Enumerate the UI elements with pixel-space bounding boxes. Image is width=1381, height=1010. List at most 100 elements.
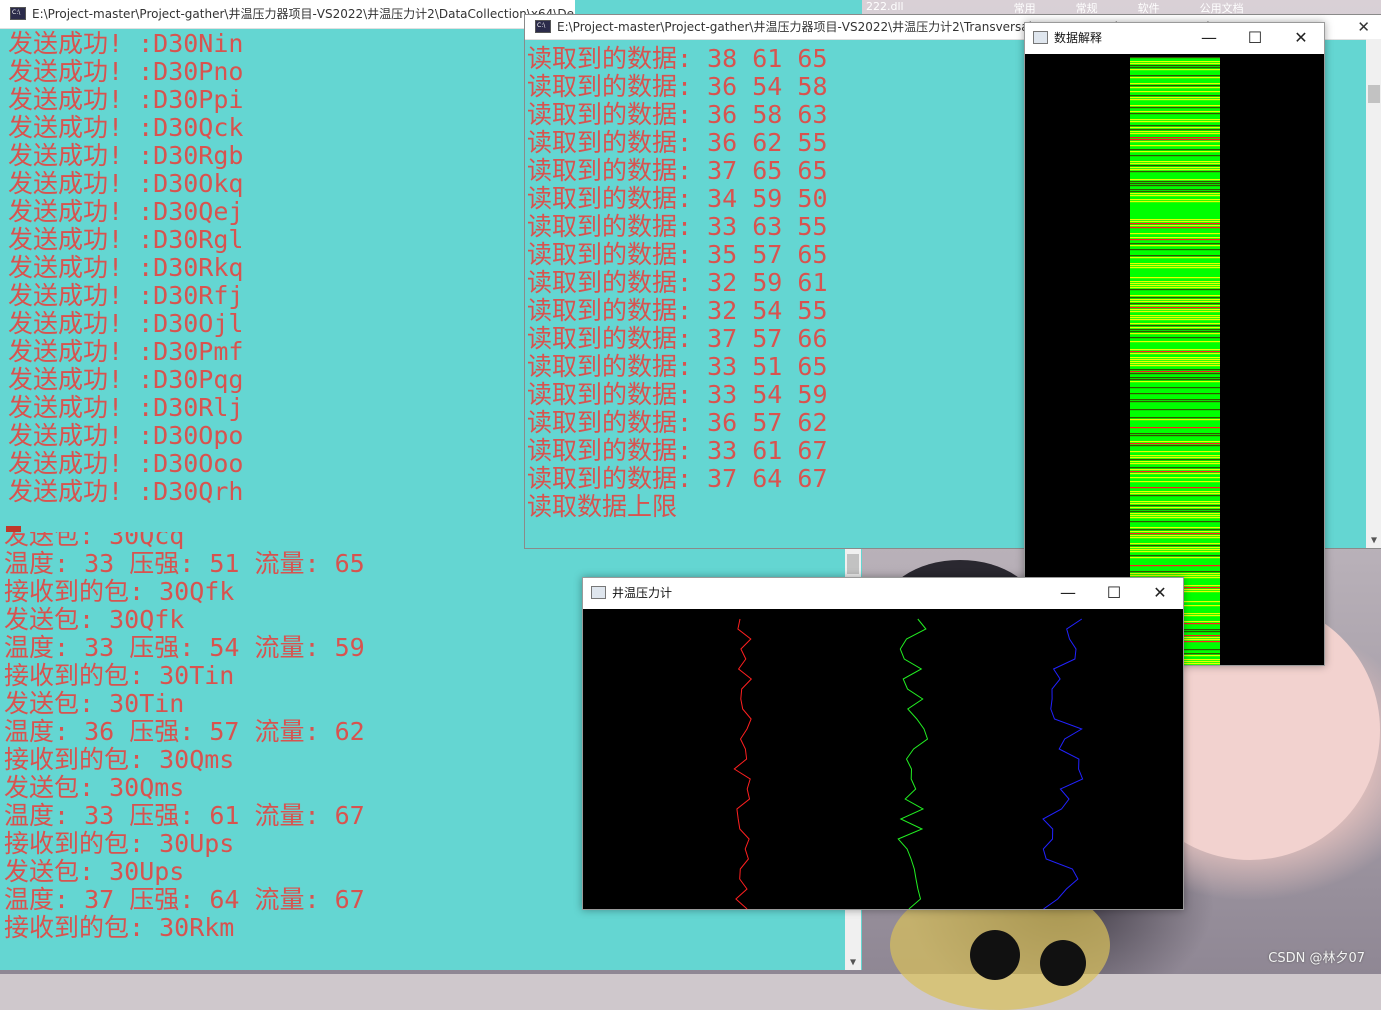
strip-line — [1130, 219, 1220, 221]
minimize-icon[interactable]: — — [1045, 578, 1091, 608]
title-bar[interactable]: 数据解释 — ☐ ✕ — [1025, 23, 1324, 53]
console-line: 发送成功! :D30Nin — [8, 29, 244, 58]
console-output: 发送成功! :D30Nin 发送成功! :D30Pno 发送成功! :D30Ppi 发… — [8, 30, 243, 506]
window-gauge[interactable]: 井温压力计 — ☐ ✕ — [582, 577, 1184, 910]
strip-line — [1130, 125, 1220, 127]
strip-line — [1130, 461, 1220, 463]
console-line: 读取到的数据: 38 61 65 — [527, 44, 828, 73]
strip-line — [1130, 315, 1220, 317]
strip-line — [1130, 451, 1220, 453]
strip-line — [1130, 199, 1220, 201]
strip-line — [1130, 201, 1220, 203]
close-icon[interactable]: ✕ — [1137, 578, 1183, 608]
console-line: 发送成功! :D30Pqg — [8, 365, 244, 394]
strip-line — [1130, 555, 1220, 557]
console-line: 发送包: 30Tin — [4, 689, 185, 718]
strip-line — [1130, 495, 1220, 497]
strip-line — [1130, 105, 1220, 107]
strip-line — [1130, 373, 1220, 375]
strip-line — [1130, 113, 1220, 115]
strip-line — [1130, 363, 1220, 365]
strip-line — [1130, 417, 1220, 419]
console-line: 发送成功! :D30Opo — [8, 421, 244, 450]
strip-line — [1130, 233, 1220, 235]
console-line: 读取到的数据: 32 54 55 — [527, 296, 828, 325]
console-line: 读取到的数据: 36 62 55 — [527, 128, 828, 157]
strip-line — [1130, 83, 1220, 85]
console-line: 发送成功! :D30Ooo — [8, 449, 244, 478]
scrollbar-thumb[interactable] — [1368, 85, 1380, 103]
title-bar[interactable]: E:\Project-master\Project-gather\井温压力器项目… — [0, 0, 575, 29]
maximize-icon[interactable]: ☐ — [1232, 23, 1278, 53]
strip-line — [1130, 419, 1220, 421]
console-line: 发送成功! :D30Qck — [8, 113, 244, 142]
strip-line — [1130, 503, 1220, 505]
strip-line — [1130, 505, 1220, 507]
strip-line — [1130, 533, 1220, 535]
strip-line — [1130, 97, 1220, 99]
strip-line — [1130, 185, 1220, 187]
console-window-sender[interactable]: E:\Project-master\Project-gather\井温压力器项目… — [0, 0, 575, 532]
strip-line — [1130, 181, 1220, 183]
strip-line — [1130, 471, 1220, 473]
strip-line — [1130, 145, 1220, 147]
strip-line — [1130, 507, 1220, 509]
strip-line — [1130, 63, 1220, 65]
strip-line — [1130, 99, 1220, 101]
console-line: 读取到的数据: 33 61 67 — [527, 436, 828, 465]
strip-line — [1130, 573, 1220, 575]
console-line: 读取到的数据: 37 57 66 — [527, 324, 828, 353]
strip-line — [1130, 493, 1220, 495]
strip-line — [1130, 529, 1220, 531]
strip-line — [1130, 427, 1220, 429]
console-line: 接收到的包: 30Qms — [4, 745, 235, 774]
window-app-icon — [1033, 31, 1048, 44]
strip-line — [1130, 531, 1220, 533]
minimize-icon[interactable]: — — [1186, 23, 1232, 53]
console-line: 发送成功! :D30Rgl — [8, 225, 244, 254]
strip-line — [1130, 441, 1220, 443]
strip-line — [1130, 163, 1220, 165]
scroll-down-arrow[interactable]: ▼ — [845, 957, 861, 968]
strip-line — [1130, 501, 1220, 503]
strip-line — [1130, 119, 1220, 121]
strip-line — [1130, 107, 1220, 109]
strip-line — [1130, 549, 1220, 551]
strip-line — [1130, 75, 1220, 77]
console-line: 读取到的数据: 36 54 58 — [527, 72, 828, 101]
strip-line — [1130, 387, 1220, 389]
console-line: 读取到的数据: 37 65 65 — [527, 156, 828, 185]
strip-line — [1130, 295, 1220, 297]
console-line: 读取到的数据: 36 57 62 — [527, 408, 828, 437]
strip-line — [1130, 129, 1220, 131]
window-data-decode[interactable]: 数据解释 — ☐ ✕ — [1024, 22, 1325, 666]
strip-line — [1130, 527, 1220, 529]
strip-line — [1130, 283, 1220, 285]
strip-line — [1130, 399, 1220, 401]
console-line: 温度: 33 压强: 54 流量: 59 — [4, 633, 365, 662]
console-line: 读取到的数据: 36 58 63 — [527, 100, 828, 129]
close-icon[interactable]: ✕ — [1357, 15, 1370, 39]
console-line: 接收到的包: 30Rkm — [4, 913, 235, 942]
console-line: 发送成功! :D30Qrh — [8, 477, 244, 506]
strip-line — [1130, 257, 1220, 259]
strip-line — [1130, 509, 1220, 511]
maximize-icon[interactable]: ☐ — [1091, 578, 1137, 608]
strip-line — [1130, 513, 1220, 515]
strip-line — [1130, 535, 1220, 537]
strip-line — [1130, 221, 1220, 223]
console-output: 读取到的数据: 38 61 65 读取到的数据: 36 54 58 读取到的数据: … — [527, 45, 828, 521]
scroll-down-arrow[interactable]: ▼ — [1366, 535, 1381, 546]
gauge-canvas — [583, 609, 1183, 910]
strip-line — [1130, 277, 1220, 279]
console-line: 发送成功! :D30Qej — [8, 197, 244, 226]
strip-line — [1130, 121, 1220, 123]
close-icon[interactable]: ✕ — [1278, 23, 1324, 53]
strip-line — [1130, 443, 1220, 445]
strip-line — [1130, 463, 1220, 465]
strip-line — [1130, 543, 1220, 545]
scrollbar-thumb[interactable] — [847, 554, 859, 574]
title-bar[interactable]: 井温压力计 — ☐ ✕ — [583, 578, 1183, 608]
strip-line — [1130, 69, 1220, 71]
vertical-scrollbar[interactable]: ▼ — [1366, 39, 1381, 548]
